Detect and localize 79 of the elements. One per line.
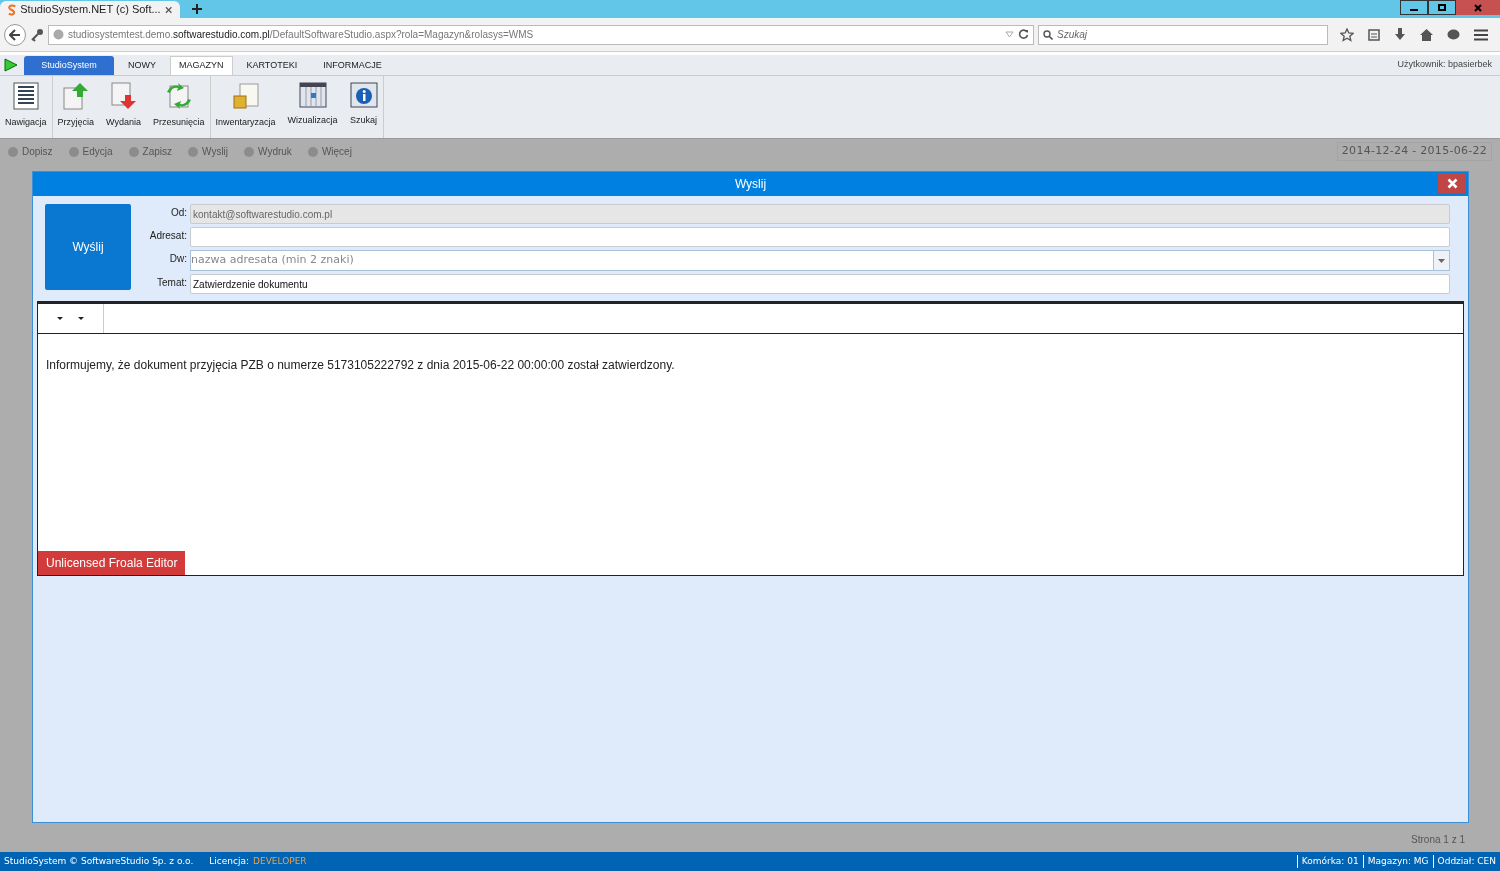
input-field[interactable] <box>190 227 1450 247</box>
address-field[interactable]: studiosystemtest.demo.softwarestudio.com.pl/DefaultSoftwareStudio.aspx?rola=Magazyn&rolasys=WMS <box>48 24 1034 45</box>
app-tab[interactable]: MAGAZYN <box>170 56 233 75</box>
field-label: Temat: <box>156 276 187 290</box>
status-item: Magazyn: MG <box>1362 854 1429 869</box>
key-icon <box>30 27 44 42</box>
calendar-grid-icon <box>298 82 327 108</box>
close-button[interactable] <box>1456 0 1500 15</box>
toolbar-icon <box>307 146 318 157</box>
menu-icon[interactable] <box>1474 28 1488 41</box>
list-icon <box>12 82 39 110</box>
toolbar-label: Dopisz <box>22 145 53 159</box>
info-icon <box>349 82 378 108</box>
copyright-text: StudioSystem © SoftwareStudio Sp. z o.o. <box>4 854 194 868</box>
field-label: Dw: <box>168 252 187 266</box>
license-label: Licencja: <box>209 854 249 868</box>
document-up-arrow-icon <box>61 82 90 110</box>
ribbon-button[interactable]: Przesunięcia <box>153 82 205 130</box>
app-logo-icon <box>8 3 17 16</box>
ribbon-button[interactable]: Wizualizacja <box>287 82 338 130</box>
ribbon-button[interactable]: Szukaj <box>349 82 378 130</box>
clipboard-icon[interactable] <box>1368 28 1380 41</box>
document-arrows-icon <box>164 82 193 110</box>
toolbar-label: Więcej <box>321 145 352 159</box>
close-button[interactable] <box>1438 173 1466 193</box>
app-tab[interactable]: StudioSystem <box>24 56 114 75</box>
browser-tab[interactable]: StudioSystem.NET (c) Soft... <box>0 1 180 18</box>
toolbar-icon <box>244 146 255 157</box>
back-arrow-icon <box>9 28 21 41</box>
dialog-title: Wyslij <box>734 176 767 193</box>
license-value: DEVELOPER <box>253 854 307 868</box>
toolbar-icon <box>188 146 199 157</box>
app-tab[interactable]: NOWY <box>116 56 168 75</box>
play-icon[interactable] <box>4 58 18 72</box>
toolbar-label: Edycja <box>82 145 113 159</box>
plus-icon[interactable] <box>192 4 202 14</box>
ribbon-button[interactable]: Nawigacja <box>5 82 47 130</box>
toolbar-label: Zapisz <box>142 145 173 159</box>
close-icon <box>1474 3 1482 12</box>
minimize-button[interactable] <box>1400 0 1428 15</box>
search-field[interactable]: Szukaj <box>1038 24 1328 45</box>
ribbon-button[interactable]: Przyjęcia <box>57 82 95 130</box>
app-tab[interactable]: KARTOTEKI <box>234 56 310 75</box>
box-document-icon <box>231 82 260 110</box>
reload-icon[interactable] <box>1018 29 1029 40</box>
field-label: Od: <box>169 206 187 220</box>
toolbar-label: Wydruk <box>258 145 292 159</box>
star-icon[interactable] <box>1340 27 1354 42</box>
close-icon[interactable] <box>164 5 172 14</box>
status-item: Oddział: CEN <box>1432 854 1496 869</box>
editor-text: Informujemy, że dokument przyjęcia PZB o numerze 5173105222792 z dnia 2015-06-22 00:00:00 został zatwierdzony. <box>45 357 676 374</box>
user-label: Użytkownik: bpasierbek <box>1397 57 1493 71</box>
ribbon-button[interactable]: Inwentaryzacja <box>215 82 276 130</box>
url-text: studiosystemtest.demo.softwarestudio.com.pl/DefaultSoftwareStudio.aspx?rola=Magazyn&rolasys=WMS <box>68 28 535 42</box>
caret-icon[interactable] <box>77 317 84 320</box>
home-icon[interactable] <box>1420 28 1433 41</box>
input-field[interactable]: Zatwierdzenie dokumentu <box>190 274 1450 294</box>
status-item: Komórka: 01 <box>1296 854 1359 869</box>
toolbar-icon <box>8 146 18 157</box>
toolbar-icon <box>68 146 79 157</box>
app-tab[interactable]: INFORMACJE <box>311 56 394 75</box>
license-banner: Unlicensed Froala Editor <box>38 551 186 575</box>
caret-icon[interactable] <box>57 317 64 320</box>
search-icon <box>1043 29 1053 40</box>
tab-title: StudioSystem.NET (c) Soft... <box>20 2 161 18</box>
close-icon <box>1446 177 1458 189</box>
restore-button[interactable] <box>1428 0 1456 15</box>
download-icon[interactable] <box>1394 28 1406 41</box>
send-button[interactable]: Wyślij <box>45 204 131 290</box>
combo-field[interactable]: nazwa adresata (min 2 znaki) <box>190 250 1450 271</box>
date-range: 2014-12-24 - 2015-06-22 <box>1336 142 1492 161</box>
field-label: Adresat: <box>148 229 187 243</box>
ribbon-button[interactable]: Wydania <box>106 82 141 130</box>
toolbar-icon <box>128 146 139 157</box>
toolbar-label: Wyslij <box>202 145 229 159</box>
search-placeholder: Szukaj <box>1057 28 1087 42</box>
back-button[interactable] <box>4 23 26 46</box>
pager-text: Strona 1 z 1 <box>1411 833 1465 847</box>
document-down-arrow-icon <box>109 82 138 110</box>
